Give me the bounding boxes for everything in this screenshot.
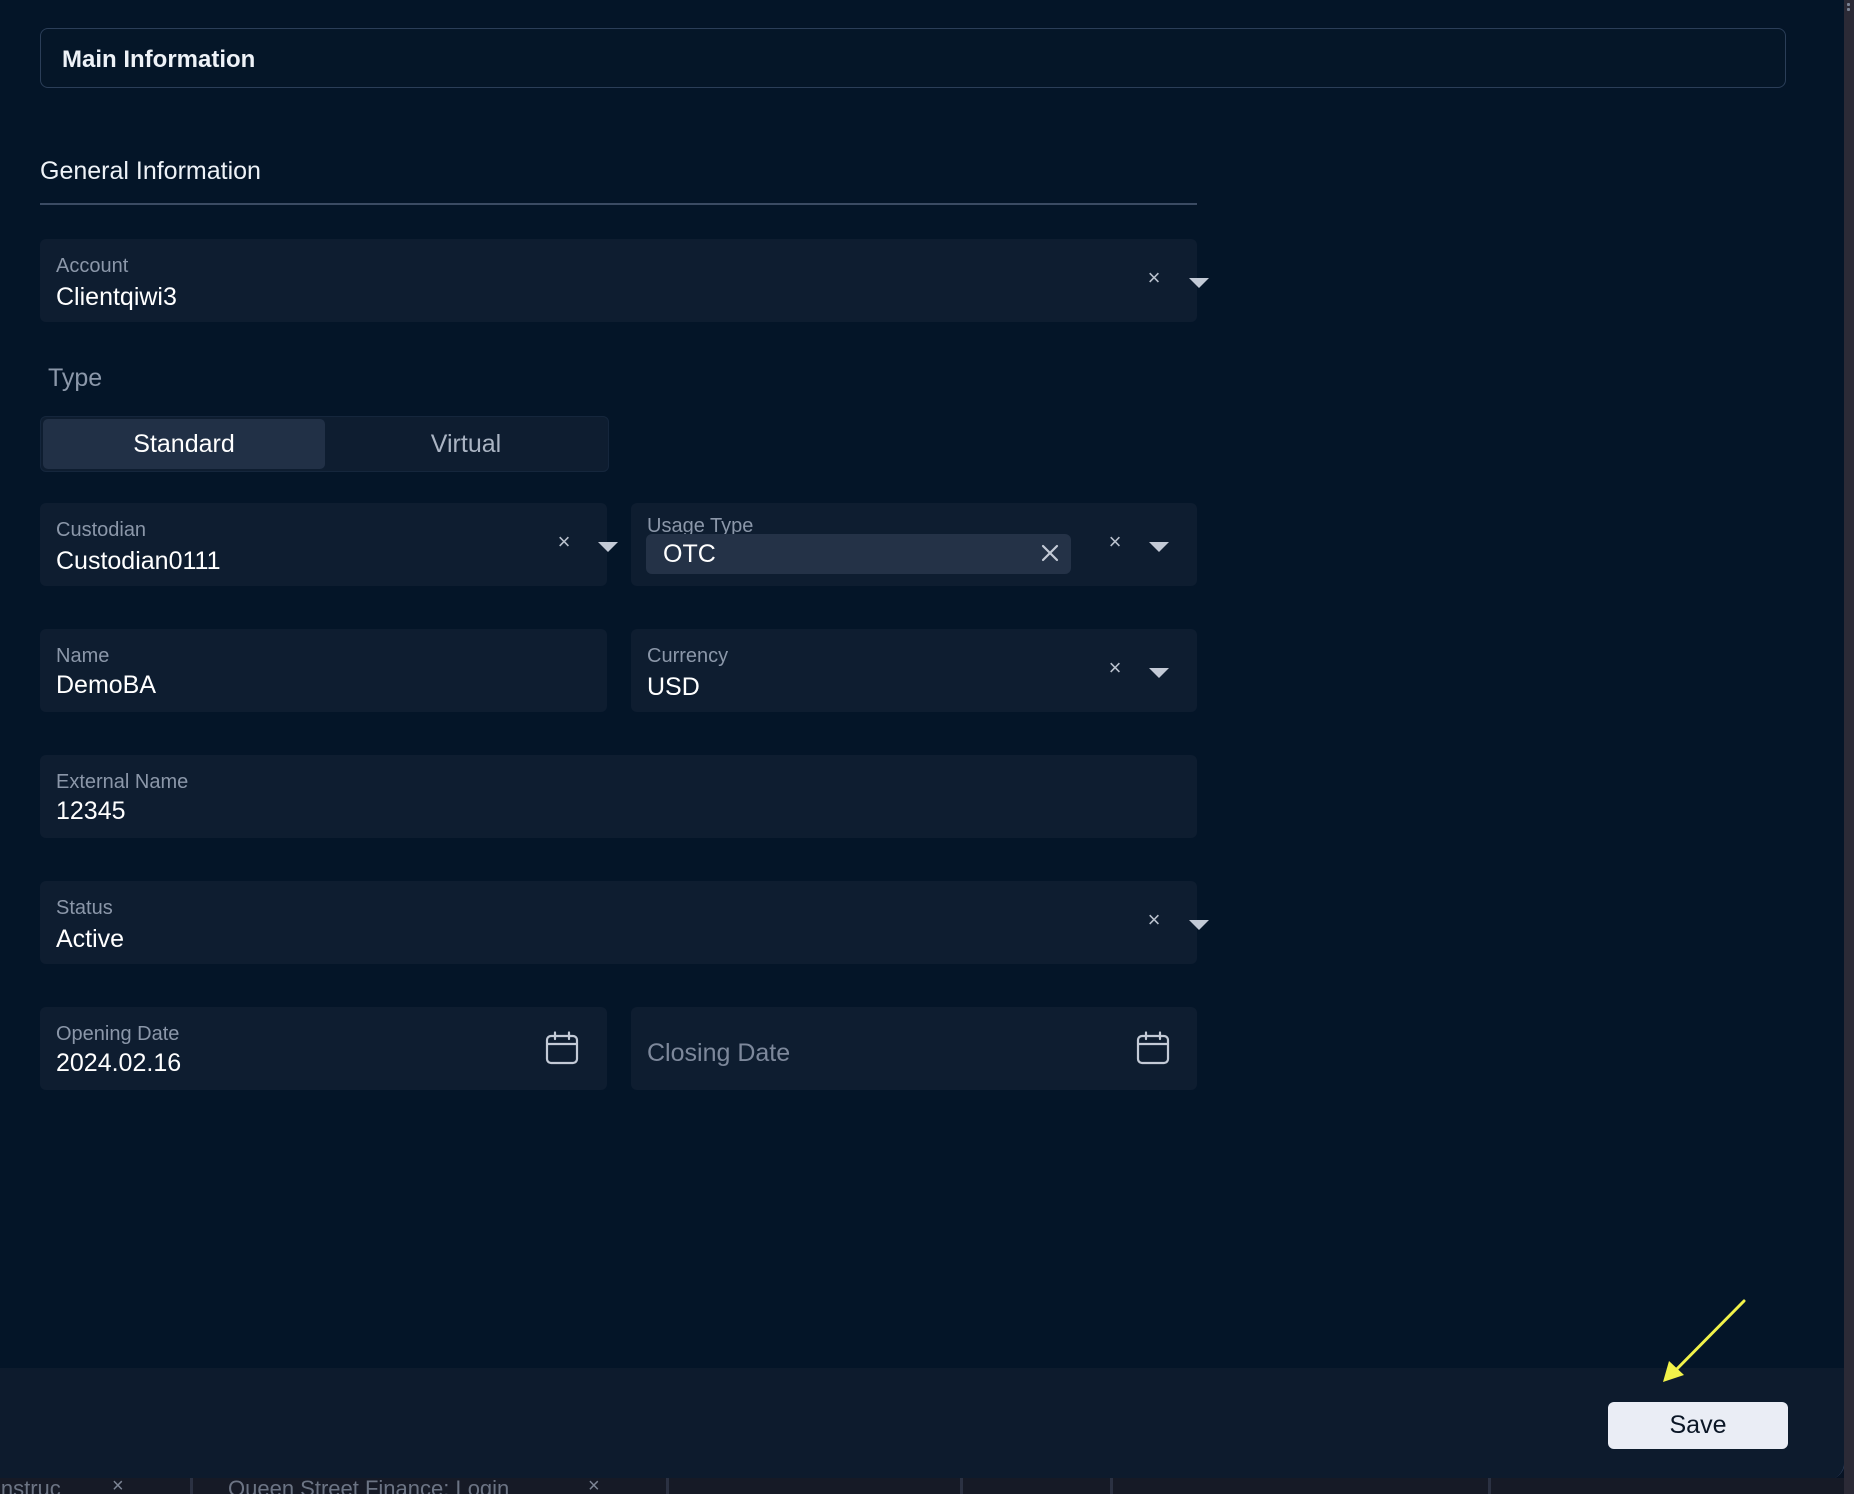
scrollbar[interactable] [1844,0,1854,1494]
close-icon[interactable]: × [588,1478,600,1494]
tab-instruc[interactable]: instruc [0,1478,61,1494]
tab-divider [1488,1478,1491,1494]
opening-date-value[interactable]: 2024.02.16 [56,1049,181,1078]
tab-divider [666,1478,669,1494]
annotation-arrow-icon [1663,1299,1746,1382]
usage-type-chip: OTC [646,534,1071,574]
tab-queen-street-finance[interactable]: Queen Street Finance: Login [228,1478,509,1494]
chevron-down-icon[interactable] [598,542,618,552]
scrollbar-grip-icon [1847,3,1851,11]
closing-date-placeholder: Closing Date [647,1039,791,1067]
clear-icon[interactable]: × [1144,907,1164,933]
type-label: Type [48,364,103,392]
type-option-virtual[interactable]: Virtual [326,419,606,469]
type-option-standard[interactable]: Standard [43,419,325,469]
account-select[interactable]: Account Clientqiwi3 × [40,239,1209,322]
name-label: Name [56,645,110,667]
currency-label: Currency [647,645,729,667]
chevron-down-icon[interactable] [1189,920,1209,930]
calendar-icon[interactable] [1136,1031,1170,1070]
section-title: General Information [40,157,261,185]
main-information-header[interactable]: Main Information [40,28,1786,88]
calendar-icon[interactable] [545,1031,579,1070]
clear-icon[interactable]: × [1105,655,1125,681]
custodian-value: Custodian0111 [56,547,221,575]
save-button[interactable]: Save [1608,1402,1788,1449]
status-select[interactable]: Status Active × [40,881,1209,964]
form-footer [0,1368,1844,1480]
opening-date-field[interactable]: Opening Date 2024.02.16 [40,1007,607,1090]
currency-value: USD [647,673,700,701]
chevron-down-icon[interactable] [1149,542,1169,552]
tab-favicon-icon [190,1478,193,1494]
status-value: Active [56,925,125,953]
browser-tab-strip: instruc × Queen Street Finance: Login × [0,1478,1844,1494]
usage-type-chip-label: OTC [663,540,716,568]
clear-icon[interactable]: × [1105,529,1125,555]
clear-icon[interactable]: × [1144,265,1164,291]
close-icon[interactable] [1041,544,1059,567]
currency-select[interactable]: Currency USD × [631,629,1197,712]
custodian-select[interactable]: Custodian Custodian0111 × [40,503,618,586]
account-value: Clientqiwi3 [56,283,177,311]
account-form-window: Main Information General Information Acc… [0,0,1845,1480]
name-value[interactable]: DemoBA [56,671,156,700]
custodian-label: Custodian [56,519,147,541]
external-name-value[interactable]: 12345 [56,797,126,826]
type-toggle: Standard Virtual [40,416,609,472]
account-label: Account [56,255,129,277]
name-field[interactable]: Name DemoBA [40,629,607,712]
external-name-label: External Name [56,771,189,793]
close-icon[interactable]: × [112,1478,124,1494]
tab-divider [960,1478,963,1494]
opening-date-label: Opening Date [56,1023,180,1045]
closing-date-field[interactable]: Closing Date [631,1007,1197,1090]
chevron-down-icon[interactable] [1189,278,1209,288]
chevron-down-icon[interactable] [1149,668,1169,678]
section-divider [40,203,1197,205]
external-name-field[interactable]: External Name 12345 [40,755,1197,838]
main-information-title: Main Information [62,46,256,73]
tab-divider [1110,1478,1113,1494]
status-label: Status [56,897,113,919]
clear-icon[interactable]: × [554,529,574,555]
